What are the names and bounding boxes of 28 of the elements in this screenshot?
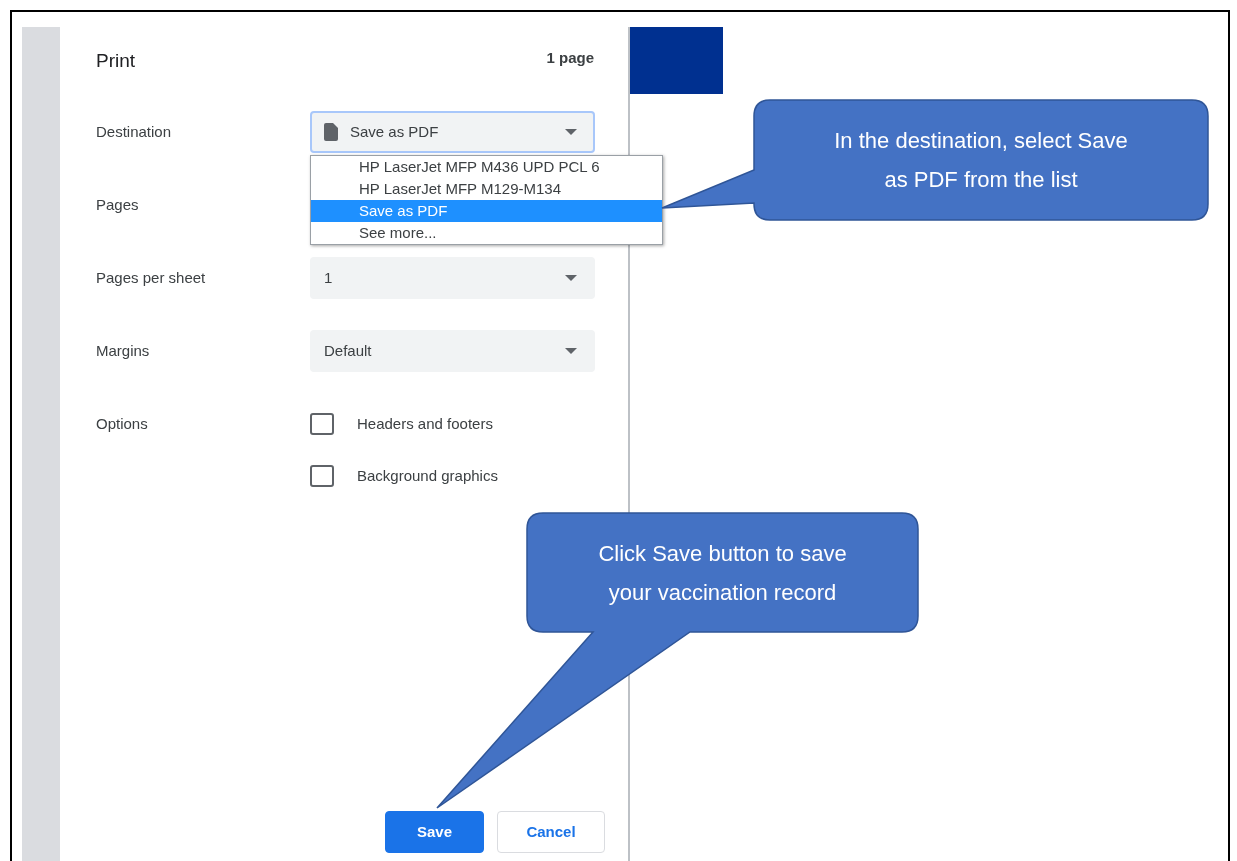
menu-item[interactable]: HP LaserJet MFP M436 UPD PCL 6 (311, 156, 662, 178)
select-field[interactable]: 1 (310, 257, 595, 299)
caret-icon (565, 348, 577, 354)
page-count: 1 page (546, 48, 594, 68)
cancel-button[interactable]: Cancel (497, 811, 605, 853)
checkbox[interactable] (310, 413, 334, 435)
select-value: 1 (324, 267, 334, 288)
menu-item[interactable]: See more... (311, 222, 662, 244)
caret-icon (565, 129, 577, 135)
select-field[interactable]: Default (310, 330, 595, 372)
callout-text: In the destination, select Save as PDF from the list (834, 127, 1128, 194)
setting-label: Destination (96, 121, 173, 142)
caret-icon (565, 275, 577, 281)
menu-item[interactable]: HP LaserJet MFP M129-M134 (311, 178, 662, 200)
checkbox-label: Background graphics (357, 465, 498, 486)
setting-label: Pages (96, 194, 140, 215)
document-icon (324, 123, 338, 141)
checkbox[interactable] (310, 465, 334, 487)
select-value: Default (324, 340, 373, 361)
dialog-title: Print (96, 49, 136, 73)
callout-text: Click Save button to save your vaccination record (598, 539, 847, 607)
checkbox-label: Headers and footers (357, 413, 493, 434)
setting-label: Pages per sheet (96, 267, 207, 288)
select-field[interactable]: Save as PDF (310, 111, 595, 153)
setting-label: Margins (96, 340, 151, 361)
setting-label: Options (96, 413, 149, 434)
select-value: Save as PDF (350, 121, 440, 142)
save-button[interactable]: Save (385, 811, 484, 853)
